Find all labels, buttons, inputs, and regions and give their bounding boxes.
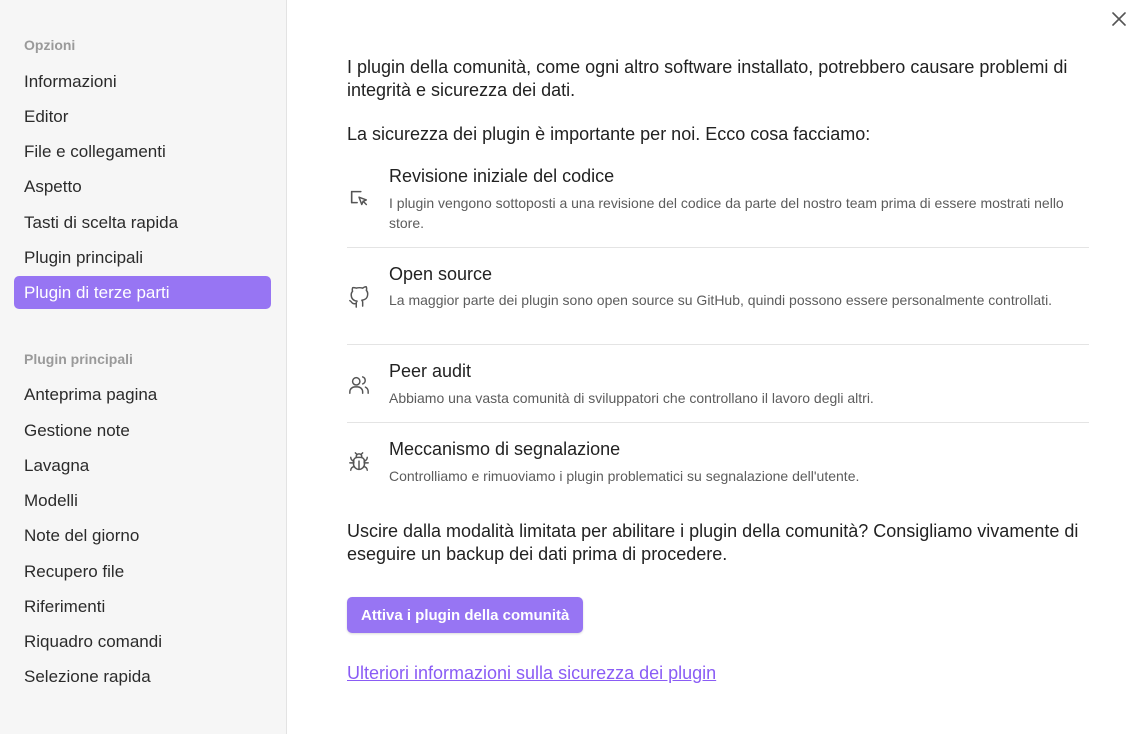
bug-icon [347,450,371,474]
sidebar-item-recupero-file[interactable]: Recupero file [14,555,271,588]
users-icon [347,373,371,397]
sidebar-item-note-del-giorno[interactable]: Note del giorno [14,519,271,552]
settings-window: Opzioni Informazioni Editor File e colle… [0,0,1135,734]
sidebar-item-tasti-di-scelta-rapida[interactable]: Tasti di scelta rapida [14,206,271,239]
divider [347,344,1089,345]
learn-more-link[interactable]: Ulteriori informazioni sulla sicurezza d… [347,663,716,684]
sidebar-item-modelli[interactable]: Modelli [14,484,271,517]
github-icon [347,285,371,309]
sidebar-heading-options: Opzioni [24,37,76,53]
sidebar-heading-core-plugins: Plugin principali [24,351,133,367]
feature-title: Meccanismo di segnalazione [389,439,621,459]
sidebar-item-plugin-di-terze-parti[interactable]: Plugin di terze parti [14,276,271,309]
enable-community-plugins-button[interactable]: Attiva i plugin della comunità [347,597,584,633]
code-review-icon [347,187,371,211]
feature-description: I plugin vengono sottoposti a una revisi… [389,195,1064,231]
feature-title: Revisione iniziale del codice [389,166,615,186]
close-icon [1112,12,1126,26]
sidebar-item-riquadro-comandi[interactable]: Riquadro comandi [14,625,271,658]
sidebar-item-riferimenti[interactable]: Riferimenti [14,590,271,623]
divider [347,247,1089,248]
settings-sidebar: Opzioni Informazioni Editor File e colle… [0,0,287,734]
intro-text: I plugin della comunità, come ogni altro… [347,57,1068,100]
sidebar-item-file-e-collegamenti[interactable]: File e collegamenti [14,135,271,168]
feature-title: Open source [389,264,493,284]
sidebar-item-informazioni[interactable]: Informazioni [14,65,271,98]
sidebar-item-editor[interactable]: Editor [14,100,271,133]
sidebar-item-gestione-note[interactable]: Gestione note [14,414,271,447]
feature-title: Peer audit [389,361,472,381]
security-heading: La sicurezza dei plugin è importante per… [347,124,871,144]
divider [347,422,1089,423]
sidebar-item-anteprima-pagina[interactable]: Anteprima pagina [14,378,271,411]
exit-restricted-mode-text: Uscire dalla modalità limitata per abili… [347,521,1079,564]
feature-description: Abbiamo una vasta comunità di sviluppato… [389,390,874,406]
close-button[interactable] [1106,6,1132,32]
sidebar-item-aspetto[interactable]: Aspetto [14,170,271,203]
sidebar-item-plugin-principali[interactable]: Plugin principali [14,241,271,274]
feature-description: La maggior parte dei plugin sono open so… [389,292,1053,308]
feature-description: Controlliamo e rimuoviamo i plugin probl… [389,468,860,484]
sidebar-item-selezione-rapida[interactable]: Selezione rapida [14,660,271,693]
sidebar-item-lavagna[interactable]: Lavagna [14,449,271,482]
